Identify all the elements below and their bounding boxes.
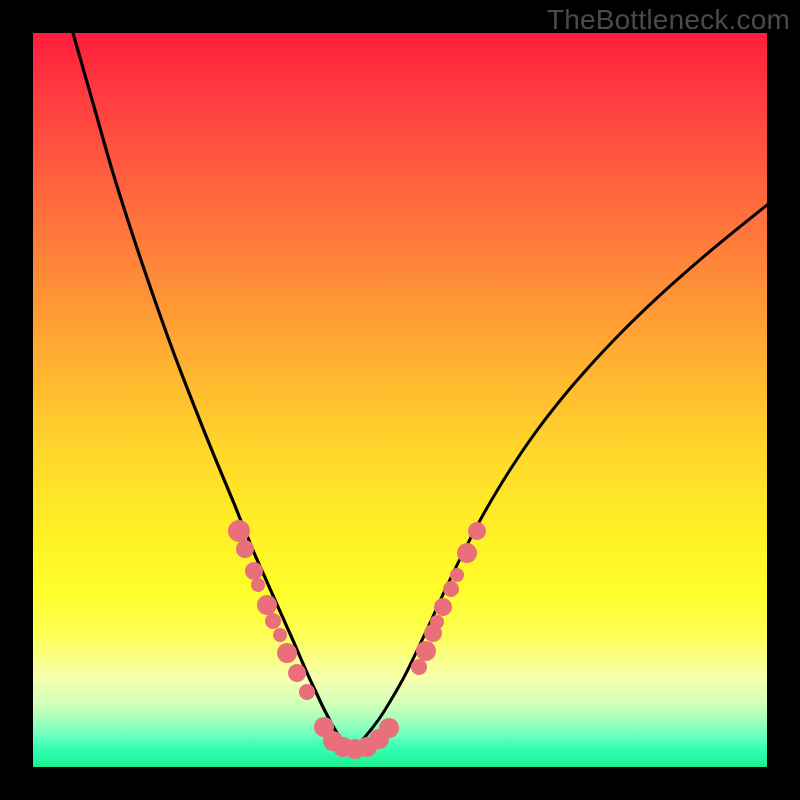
data-point [299, 684, 315, 700]
data-point [468, 522, 486, 540]
data-point [228, 520, 250, 542]
data-point [430, 615, 444, 629]
plot-area [33, 33, 767, 767]
chart-frame: TheBottleneck.com [0, 0, 800, 800]
data-point [416, 641, 436, 661]
data-point [457, 543, 477, 563]
data-point [443, 581, 459, 597]
data-point [257, 595, 277, 615]
data-point [245, 562, 263, 580]
data-point [251, 578, 265, 592]
data-point [450, 568, 464, 582]
curve-left-branch [73, 33, 351, 751]
data-point [273, 628, 287, 642]
data-point [379, 718, 399, 738]
data-point [434, 598, 452, 616]
data-point [288, 664, 306, 682]
data-point [236, 540, 254, 558]
data-point [411, 659, 427, 675]
data-points [228, 520, 486, 759]
watermark-text: TheBottleneck.com [547, 4, 790, 36]
data-point [265, 613, 281, 629]
curve-layer [33, 33, 767, 767]
data-point [277, 643, 297, 663]
